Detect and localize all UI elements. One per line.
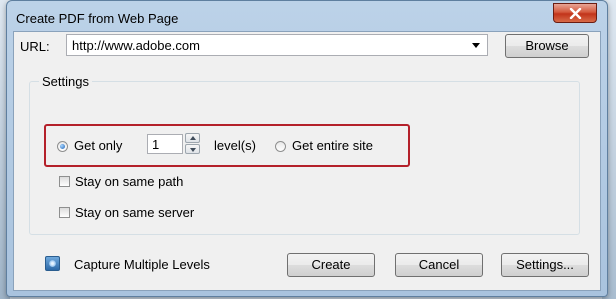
get-only-label: Get only bbox=[74, 138, 123, 153]
get-entire-site-label: Get entire site bbox=[292, 138, 373, 153]
settings-button[interactable]: Settings... bbox=[501, 253, 589, 277]
url-combobox[interactable]: http://www.adobe.com bbox=[66, 34, 488, 56]
levels-input[interactable]: 1 bbox=[147, 134, 183, 154]
close-button[interactable] bbox=[553, 3, 597, 23]
capture-levels-icon bbox=[45, 256, 60, 271]
close-icon bbox=[569, 8, 582, 19]
create-button[interactable]: Create bbox=[287, 253, 375, 277]
spinner-up-button[interactable] bbox=[185, 133, 200, 143]
get-only-radio[interactable] bbox=[57, 141, 68, 152]
capture-multiple-levels-label: Capture Multiple Levels bbox=[74, 257, 210, 272]
spinner-down-button[interactable] bbox=[185, 144, 200, 154]
stay-same-server-checkbox[interactable] bbox=[59, 207, 70, 218]
stay-same-path-label: Stay on same path bbox=[75, 174, 184, 189]
url-label: URL: bbox=[20, 39, 50, 54]
create-pdf-dialog: Create PDF from Web Page URL: http://www… bbox=[6, 0, 608, 297]
settings-group-label: Settings bbox=[39, 74, 92, 89]
get-entire-site-radio[interactable] bbox=[275, 141, 286, 152]
levels-spinner bbox=[185, 133, 201, 155]
chevron-up-icon bbox=[190, 136, 196, 140]
dropdown-arrow-icon[interactable] bbox=[472, 43, 480, 48]
url-value: http://www.adobe.com bbox=[72, 38, 200, 53]
stay-same-path-checkbox[interactable] bbox=[59, 176, 70, 187]
levels-unit-label: level(s) bbox=[214, 138, 256, 153]
cancel-button[interactable]: Cancel bbox=[395, 253, 483, 277]
browse-button[interactable]: Browse bbox=[505, 34, 589, 58]
chevron-down-icon bbox=[190, 148, 196, 152]
stay-same-server-label: Stay on same server bbox=[75, 205, 195, 220]
dialog-title: Create PDF from Web Page bbox=[16, 11, 179, 26]
